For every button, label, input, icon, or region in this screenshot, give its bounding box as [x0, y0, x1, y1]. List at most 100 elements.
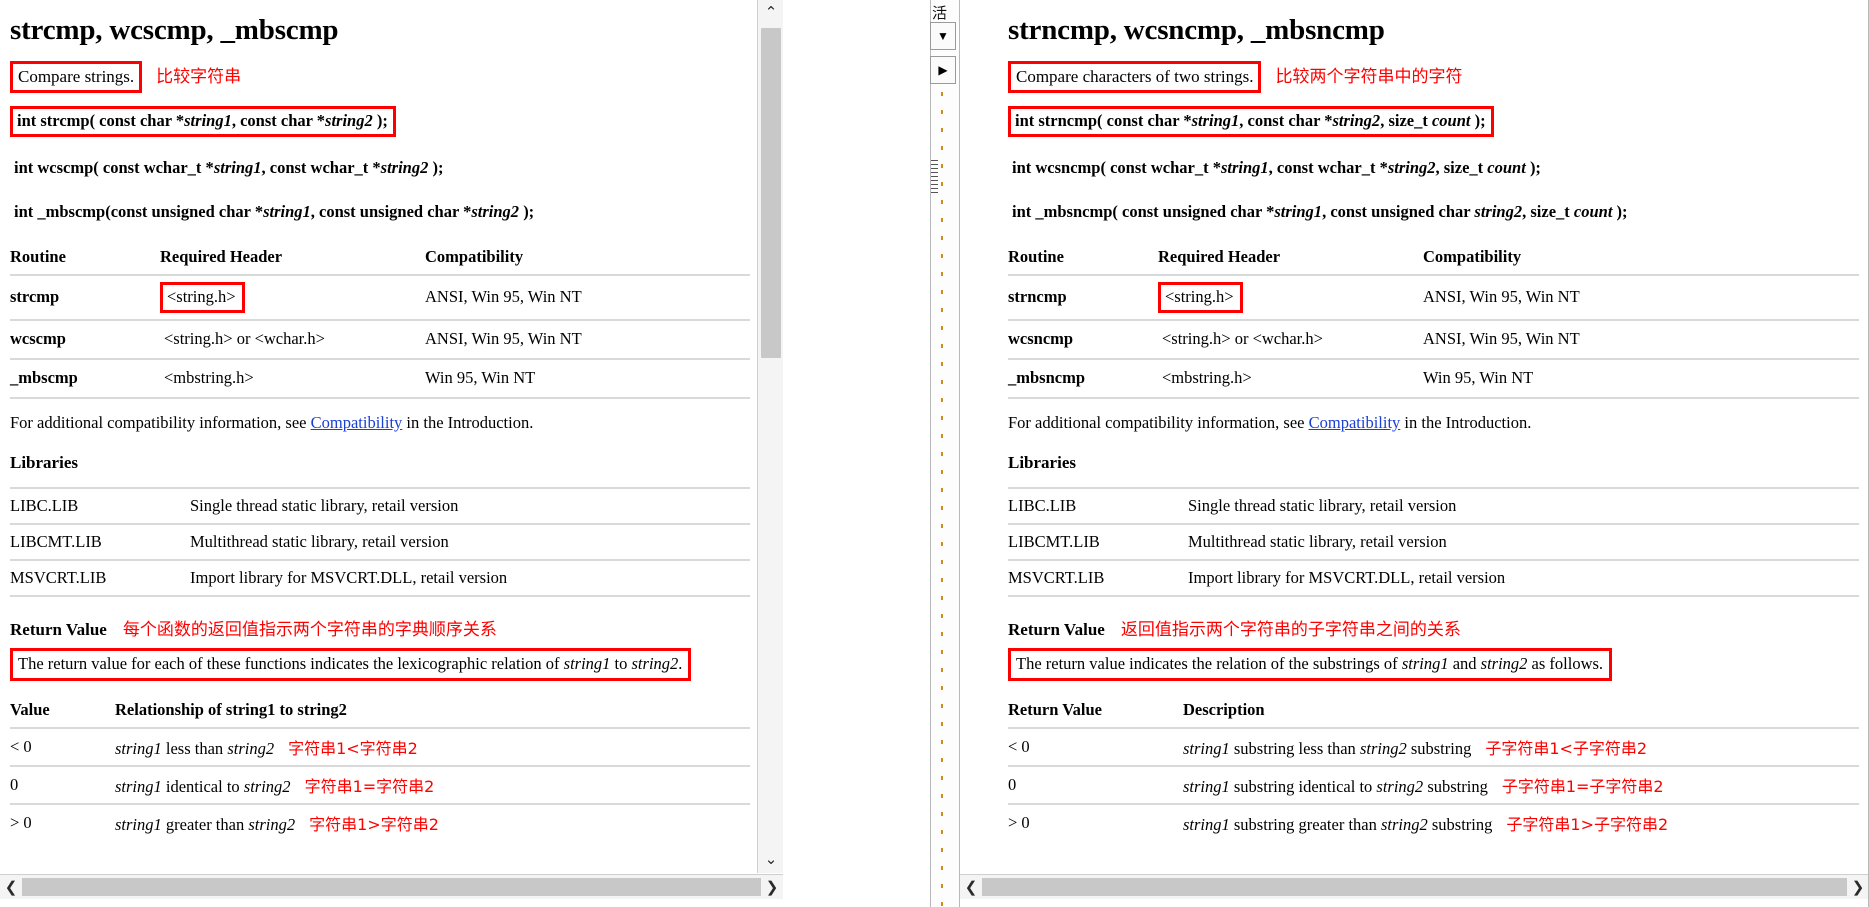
- divider-dotted-line: [941, 92, 943, 907]
- compatibility-cell: Win 95, Win NT: [425, 357, 750, 399]
- library-name: LIBC.LIB: [1008, 486, 1188, 524]
- scroll-left-arrow-icon[interactable]: ❮: [0, 875, 22, 899]
- required-header-cell: <string.h>: [1158, 273, 1423, 320]
- return-value-statement: The return value for each of these funct…: [10, 647, 692, 681]
- value-cell: < 0: [1008, 726, 1183, 766]
- scroll-right-arrow-icon[interactable]: ❯: [1847, 875, 1869, 899]
- library-name: MSVCRT.LIB: [10, 558, 190, 597]
- relationship-cell: string1 greater than string2 字符串1>字符串2: [115, 802, 750, 841]
- list-item: MSVCRT.LIB Import library for MSVCRT.DLL,…: [1008, 558, 1859, 597]
- routine-name-cell: wcsncmp: [1008, 318, 1158, 359]
- relationship-cell: string1 substring identical to string2 s…: [1183, 764, 1859, 804]
- left-horizontal-scrollbar[interactable]: ❮ ❯: [0, 874, 783, 899]
- compatibility-cell: ANSI, Win 95, Win NT: [1423, 318, 1859, 359]
- scroll-up-arrow-icon[interactable]: ⌃: [758, 0, 783, 26]
- value-cell: > 0: [10, 802, 115, 841]
- routine-table-header-2: Compatibility: [425, 246, 524, 266]
- value-cell: 0: [10, 764, 115, 804]
- list-item: LIBCMT.LIB Multithread static library, re…: [1008, 522, 1859, 560]
- scroll-down-arrow-icon[interactable]: ⌄: [758, 847, 783, 873]
- required-header-value: <string.h> or <wchar.h>: [164, 328, 325, 348]
- value-cell: < 0: [10, 726, 115, 766]
- relationship-cell: string1 identical to string2 字符串1=字符串2: [115, 764, 750, 804]
- description-row: Compare strings. 比较字符串: [10, 61, 750, 94]
- divider-strip: [930, 0, 960, 907]
- table-row: > 0 string1 greater than string2 字符串1>字符串2: [10, 802, 750, 841]
- value-cell: > 0: [1008, 802, 1183, 841]
- libraries-heading: Libraries: [10, 452, 78, 472]
- scroll-left-arrow-icon[interactable]: ❮: [960, 875, 982, 899]
- chevron-down-icon[interactable]: ▼: [930, 22, 956, 50]
- required-header-cell: <string.h>: [160, 273, 425, 320]
- routine-table: Routine Required Header Compatibility strnc…: [1008, 244, 1859, 399]
- routine-table-header-0: Routine: [1008, 246, 1064, 266]
- left-document-body: strcmp, wcscmp, _mbscmp Compare strings. 比…: [0, 0, 760, 873]
- relationship-annotation-cn: 字符串1>字符串2: [309, 814, 439, 834]
- description-annotation-cn: 比较字符串: [156, 67, 242, 87]
- divider-label: 活: [932, 4, 948, 22]
- routine-table-header-1: Required Header: [160, 246, 283, 266]
- list-item: LIBCMT.LIB Multithread static library, re…: [10, 522, 750, 560]
- table-row: _mbsncmp <mbstring.h> Win 95, Win NT: [1008, 357, 1859, 399]
- scroll-right-arrow-icon[interactable]: ❯: [761, 875, 783, 899]
- table-row: 0 string1 identical to string2 字符串1=字符串2: [10, 764, 750, 804]
- compatibility-link[interactable]: Compatibility: [311, 413, 403, 432]
- return-value-label: Return Value: [1008, 619, 1105, 639]
- list-item: LIBC.LIB Single thread static library, re…: [1008, 486, 1859, 524]
- value-table-header-0: Value: [10, 699, 50, 719]
- return-value-statement: The return value indicates the relation …: [1008, 647, 1613, 681]
- prototype-row: int wcscmp( const wchar_t *string1, cons…: [10, 156, 750, 181]
- value-table-header-1: Relationship of string1 to string2: [115, 699, 347, 719]
- required-header-cell: <string.h> or <wchar.h>: [1158, 318, 1423, 359]
- left-document-panel: strcmp, wcscmp, _mbscmp Compare strings. 比…: [0, 0, 783, 907]
- play-triangle-icon[interactable]: ▶: [930, 56, 956, 84]
- table-row: 0 string1 substring identical to string2 …: [1008, 764, 1859, 804]
- library-name: LIBCMT.LIB: [1008, 522, 1188, 560]
- compatibility-note: For additional compatibility information…: [10, 412, 534, 432]
- left-vscroll-track[interactable]: [758, 26, 783, 847]
- relationship-annotation-cn: 子字符串1=子字符串2: [1501, 776, 1664, 796]
- routine-name-cell: strncmp: [1008, 273, 1158, 320]
- return-value-annotation-cn: 返回值指示两个字符串的子字符串之间的关系: [1120, 619, 1461, 640]
- function-prototype-2: int _mbsncmp( const unsigned char *strin…: [1012, 201, 1628, 221]
- left-vertical-scrollbar[interactable]: ⌃ ⌄: [757, 0, 783, 873]
- value-table: Return Value Description < 0 string1 substr…: [1008, 697, 1859, 841]
- compatibility-cell: Win 95, Win NT: [1423, 357, 1859, 399]
- library-description: Single thread static library, retail ver…: [190, 486, 750, 524]
- return-value-annotation-cn: 每个函数的返回值指示两个字符串的字典顺序关系: [122, 619, 497, 640]
- compatibility-link[interactable]: Compatibility: [1309, 413, 1401, 432]
- routine-name-cell: _mbsncmp: [1008, 357, 1158, 399]
- prototype-row: int strncmp( const char *string1, const …: [1008, 106, 1859, 138]
- library-description: Multithread static library, retail versi…: [1188, 522, 1859, 560]
- right-document-panel: strncmp, wcsncmp, _mbsncmp Compare charac…: [960, 0, 1869, 907]
- library-name: LIBC.LIB: [10, 486, 190, 524]
- return-value-label: Return Value: [10, 619, 107, 639]
- value-table-header-1: Description: [1183, 699, 1265, 719]
- libraries-heading: Libraries: [1008, 452, 1076, 472]
- value-table-header-row: Value Relationship of string1 to string2: [10, 697, 750, 728]
- page-title: strncmp, wcsncmp, _mbsncmp: [1008, 14, 1385, 46]
- description-text: Compare characters of two strings.: [1008, 61, 1262, 94]
- libraries-table: LIBC.LIB Single thread static library, re…: [10, 486, 750, 597]
- return-value-heading-row: Return Value 每个函数的返回值指示两个字符串的字典顺序关系: [10, 615, 750, 640]
- value-table-header-row: Return Value Description: [1008, 697, 1859, 728]
- right-horizontal-scrollbar[interactable]: ❮ ❯: [960, 874, 1869, 899]
- libraries-table: LIBC.LIB Single thread static library, re…: [1008, 486, 1859, 597]
- relationship-annotation-cn: 字符串1=字符串2: [304, 776, 435, 796]
- routine-name-cell: _mbscmp: [10, 357, 160, 399]
- prototype-row: int _mbscmp(const unsigned char *string1…: [10, 200, 750, 225]
- table-row: < 0 string1 substring less than string2 s…: [1008, 726, 1859, 766]
- divider-tick-marks: [931, 160, 938, 194]
- return-value-heading-row: Return Value 返回值指示两个字符串的子字符串之间的关系: [1008, 615, 1859, 640]
- compatibility-cell: ANSI, Win 95, Win NT: [425, 318, 750, 359]
- prototype-row: int _mbsncmp( const unsigned char *strin…: [1008, 200, 1859, 225]
- right-hscroll-thumb[interactable]: [982, 878, 1847, 896]
- left-hscroll-thumb[interactable]: [22, 878, 761, 896]
- prototype-row: int strcmp( const char *string1, const c…: [10, 106, 750, 138]
- value-table-header-0: Return Value: [1008, 699, 1102, 719]
- function-prototype-1: int wcscmp( const wchar_t *string1, cons…: [14, 158, 444, 178]
- table-row: > 0 string1 substring greater than string…: [1008, 802, 1859, 841]
- value-cell: 0: [1008, 764, 1183, 804]
- left-vscroll-thumb[interactable]: [761, 28, 781, 358]
- required-header-cell: <mbstring.h>: [160, 357, 425, 399]
